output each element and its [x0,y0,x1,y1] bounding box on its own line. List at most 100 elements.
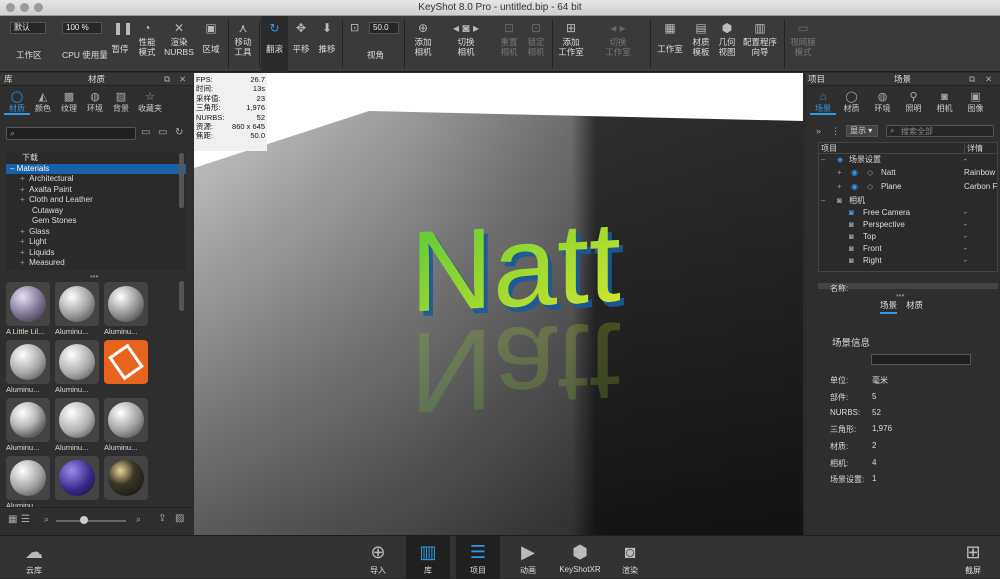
reset-camera-button[interactable]: ⊡ 重置 相机 [496,16,522,72]
tree-row-camera[interactable]: ◙ Top - [819,231,997,243]
configurator-wizard-button[interactable]: ▥ 配置程序 向导 [741,16,779,72]
dolly-button[interactable]: ⬇ 推移 [315,16,339,72]
switch-studio-button[interactable]: ◂ ▸ 切换 工作室 [600,16,636,72]
retina-mode-button[interactable]: ▭ 视网膜 模式 [788,16,818,72]
grid-view-icon[interactable]: ▦ [8,514,17,525]
tree-item-materials[interactable]: – Materials [6,163,186,174]
slider-knob[interactable] [80,516,88,524]
material-thumbnail[interactable]: Aluminu... [55,398,99,454]
material-thumbnail[interactable]: Aluminu... [55,282,99,338]
zoom-in-icon[interactable]: ⌕ [136,514,141,525]
visibility-eye-icon[interactable]: ◉ [851,180,858,194]
material-thumbnail[interactable]: Aluminu... [55,340,99,396]
tree-options-icon[interactable]: ⋮ [831,126,840,137]
popout-icon[interactable]: ⧉ [969,73,975,86]
material-thumbnail[interactable]: Aluminu... [104,282,148,338]
render-nurbs-button[interactable]: ✕ 渲染 NURBS [162,16,196,72]
app-logo-thumbnail[interactable] [104,340,148,396]
tab-environment[interactable]: ◍ 环境 [867,89,898,115]
screenshot-button[interactable]: ⊞ 截屏 [955,536,991,579]
import-button[interactable]: ⊕ 导入 [360,536,396,579]
render-viewport[interactable]: Natt Natt Natt FPS: 26.7 时间: 13s 采样值: 23 三角… [194,73,803,535]
pause-button[interactable]: ❚❚ 暂停 [108,16,133,72]
render-button[interactable]: ◙ 渲染 [612,536,648,579]
material-thumbnail[interactable] [55,456,99,512]
cloud-library-button[interactable]: ☁ 云库 [16,536,52,579]
add-camera-button[interactable]: ⊕ 添加 相机 [410,16,436,72]
material-thumbnail[interactable]: Aluminu... [104,398,148,454]
tree-item[interactable]: + Measured [6,258,186,269]
window-controls[interactable] [6,3,43,12]
tab-lighting[interactable]: ⚲ 照明 [898,89,929,115]
material-thumbnail[interactable]: A Little Lil... [6,282,50,338]
performance-mode-button[interactable]: ◔ 性能 模式 [134,16,160,72]
move-tool-button[interactable]: ⋏ 移动 工具 [230,16,256,72]
tree-item-downloads[interactable]: 下载 [6,153,186,164]
tab-colors[interactable]: ◭ 颜色 [30,89,56,115]
zoom-window-button[interactable] [34,3,43,12]
tab-image[interactable]: ▣ 图像 [960,89,991,115]
tab-materials[interactable]: ◯ 材质 [4,89,30,115]
tab-camera[interactable]: ◙ 相机 [929,89,960,115]
scene-search-input[interactable]: ⌕ 搜索全部 [886,125,994,137]
tree-row-plane[interactable]: + ◉ ◇ Plane Carbon F [819,180,997,194]
tree-row-camera[interactable]: ◙ Free Camera - [819,207,997,219]
list-view-icon[interactable]: ☰ [21,514,30,525]
workspace-select[interactable]: 默认 [10,22,46,34]
tab-favorites[interactable]: ☆ 收藏夹 [134,89,166,115]
fov-field[interactable]: 50.0 [369,22,399,34]
tree-item[interactable]: + Architectural [6,174,186,185]
tumble-button[interactable]: ↻ 翻滚 [261,16,288,72]
tree-row-cameras[interactable]: – ◙ 相机 [819,194,997,207]
tree-row-camera[interactable]: ◙ Right - [819,255,997,267]
tree-item[interactable]: Gem Stones [6,216,186,227]
thumbnail-size-slider[interactable] [56,520,126,522]
region-button[interactable]: ▣ 区域 [198,16,224,72]
thumbnail-scrollbar[interactable] [179,281,184,311]
lock-camera-button[interactable]: ⊡ 锁定 相机 [523,16,549,72]
tree-row-camera[interactable]: ◙ Perspective - [819,219,997,231]
folder-icon[interactable]: ▭ [141,127,150,138]
tab-backplates[interactable]: ▨ 背景 [108,89,134,115]
show-dropdown[interactable]: 显示 ▾ [846,125,878,137]
subtab-material[interactable]: 材质 [906,299,923,311]
tree-item[interactable]: + Cloth and Leather [6,195,186,206]
popout-icon[interactable]: ⧉ [164,73,170,86]
upload-icon[interactable]: ⇪ [158,513,166,524]
close-icon[interactable]: ✕ [179,73,186,86]
tree-item[interactable]: + Liquids [6,248,186,259]
refresh-icon[interactable]: ↻ [175,127,183,138]
library-toggle-button[interactable]: ▥ 库 [406,536,450,579]
tab-material[interactable]: ◯ 材质 [836,89,867,115]
add-studio-button[interactable]: ⊞ 添加 工作室 [556,16,586,72]
geometry-view-button[interactable]: ⬢ 几何 视图 [714,16,740,72]
import-folder-icon[interactable]: ▭ [158,127,167,138]
subtab-scene[interactable]: 场景 [880,299,898,314]
tree-item[interactable]: + Axalta Paint [6,185,186,196]
collapse-icon[interactable]: » [816,126,821,136]
close-window-button[interactable] [6,3,15,12]
tab-environments[interactable]: ◍ 环境 [82,89,108,115]
cpu-usage-field[interactable]: 100 % [62,22,102,34]
material-thumbnail[interactable]: Aluminu... [6,340,50,396]
zoom-out-icon[interactable]: ⌕ [44,514,49,525]
splitter-handle[interactable]: ••• [896,291,904,300]
minimize-window-button[interactable] [20,3,29,12]
project-toggle-button[interactable]: ☰ 项目 [456,536,500,579]
tree-scrollbar[interactable] [179,153,184,208]
close-icon[interactable]: ✕ [985,73,992,86]
switch-camera-button[interactable]: ◂ ◙ ▸ 切换 相机 [446,16,486,72]
tree-item[interactable]: Cutaway [6,206,186,217]
material-thumbnail[interactable]: Aluminu... [6,398,50,454]
scene-name-input[interactable] [871,354,971,365]
material-thumbnail[interactable]: Aluminu... [6,456,50,512]
studio-button[interactable]: ▦ 工作室 [655,16,685,72]
tree-row-natt[interactable]: + ◉ ◇ Natt Rainbow [819,166,997,180]
material-template-button[interactable]: ▤ 材质 模板 [688,16,714,72]
animation-button[interactable]: ▶ 动画 [510,536,546,579]
keyshotxr-button[interactable]: ⬢ KeyShotXR [558,536,602,579]
export-icon[interactable]: ▨ [175,513,184,524]
material-thumbnail[interactable] [104,456,148,512]
pan-button[interactable]: ✥ 平移 [289,16,313,72]
tab-textures[interactable]: ▩ 纹理 [56,89,82,115]
